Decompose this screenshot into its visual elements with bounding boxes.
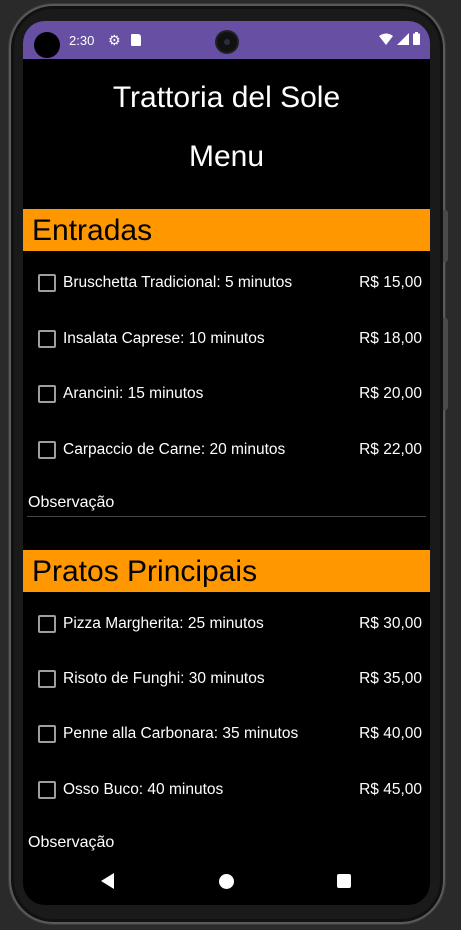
volume-button: [443, 210, 448, 262]
menu-item[interactable]: Osso Buco: 40 minutos R$ 45,00: [23, 775, 430, 805]
status-time: 2:30: [69, 33, 95, 48]
page-title: Menu: [188, 140, 265, 173]
observation-input[interactable]: Observação: [28, 834, 114, 852]
item-label: Penne alla Carbonara: 35 minutos: [63, 725, 299, 742]
item-price: R$ 40,00: [359, 725, 422, 742]
item-price: R$ 22,00: [359, 441, 422, 458]
screen: 2:30 ⚙ Trattoria del Sole Menu Entradas …: [23, 21, 430, 905]
item-label: Carpaccio de Carne: 20 minutos: [63, 441, 286, 458]
status-bar: 2:30 ⚙: [23, 21, 430, 59]
item-price: R$ 45,00: [359, 781, 422, 798]
menu-item[interactable]: Risoto de Funghi: 30 minutos R$ 35,00: [23, 664, 430, 694]
item-checkbox[interactable]: [38, 441, 56, 459]
item-label: Risoto de Funghi: 30 minutos: [63, 670, 265, 687]
item-checkbox[interactable]: [38, 670, 56, 688]
back-icon[interactable]: [101, 873, 114, 889]
menu-item[interactable]: Arancini: 15 minutos R$ 20,00: [23, 379, 430, 409]
menu-item[interactable]: Penne alla Carbonara: 35 minutos R$ 40,0…: [23, 719, 430, 749]
observation-underline: [27, 516, 426, 517]
camera-dot: [34, 32, 60, 58]
section-header-pratos-principais: Pratos Principais: [23, 550, 430, 592]
recents-icon[interactable]: [337, 874, 351, 888]
battery-icon: [413, 32, 420, 45]
item-price: R$ 30,00: [359, 615, 422, 632]
sd-card-icon: [131, 34, 141, 46]
item-label: Arancini: 15 minutos: [63, 385, 204, 402]
menu-item[interactable]: Bruschetta Tradicional: 5 minutos R$ 15,…: [23, 268, 430, 298]
item-checkbox[interactable]: [38, 385, 56, 403]
menu-item[interactable]: Pizza Margherita: 25 minutos R$ 30,00: [23, 609, 430, 639]
navigation-bar: [23, 863, 430, 905]
power-button: [443, 318, 448, 410]
wifi-icon: [379, 33, 393, 45]
item-label: Pizza Margherita: 25 minutos: [63, 615, 264, 632]
item-checkbox[interactable]: [38, 274, 56, 292]
observation-input[interactable]: Observação: [28, 494, 114, 512]
restaurant-title: Trattoria del Sole: [112, 81, 341, 114]
front-camera: [215, 30, 239, 54]
item-price: R$ 18,00: [359, 330, 422, 347]
menu-item[interactable]: Carpaccio de Carne: 20 minutos R$ 22,00: [23, 435, 430, 465]
item-price: R$ 20,00: [359, 385, 422, 402]
item-label: Insalata Caprese: 10 minutos: [63, 330, 265, 347]
item-checkbox[interactable]: [38, 725, 56, 743]
gear-icon: ⚙: [108, 32, 121, 48]
item-price: R$ 35,00: [359, 670, 422, 687]
signal-icon: [397, 32, 409, 45]
status-icons: [379, 32, 420, 45]
home-icon[interactable]: [219, 874, 234, 889]
item-label: Osso Buco: 40 minutos: [63, 781, 224, 798]
item-checkbox[interactable]: [38, 615, 56, 633]
section-header-entradas: Entradas: [23, 209, 430, 251]
item-checkbox[interactable]: [38, 781, 56, 799]
item-checkbox[interactable]: [38, 330, 56, 348]
menu-item[interactable]: Insalata Caprese: 10 minutos R$ 18,00: [23, 324, 430, 354]
item-label: Bruschetta Tradicional: 5 minutos: [63, 274, 293, 291]
item-price: R$ 15,00: [359, 274, 422, 291]
